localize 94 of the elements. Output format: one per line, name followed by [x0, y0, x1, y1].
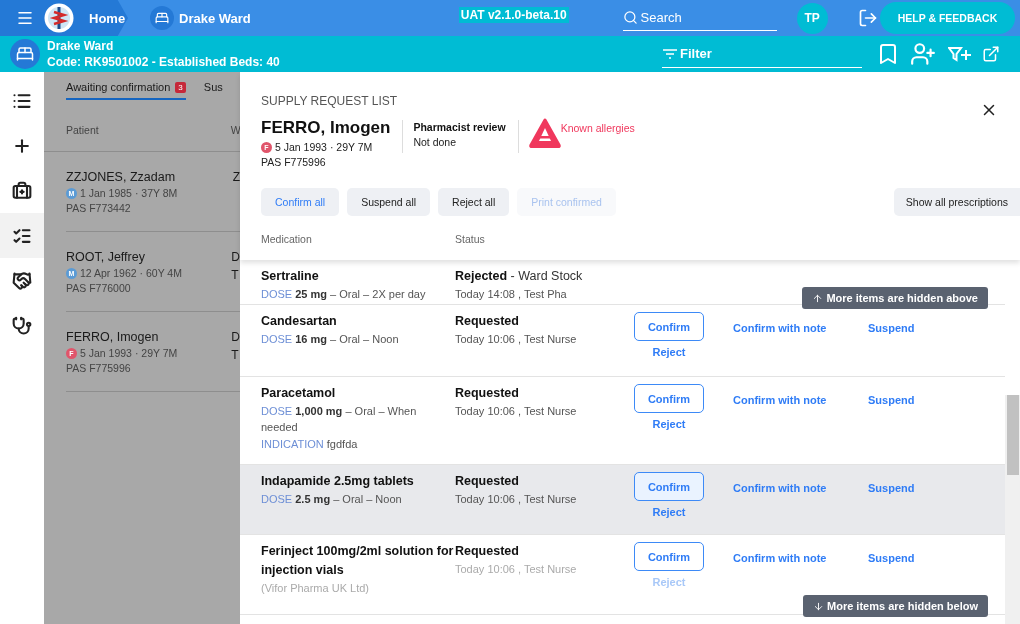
sidebar-item[interactable]	[0, 213, 44, 258]
handshake-icon	[12, 270, 32, 291]
search-field[interactable]: Search	[622, 5, 777, 31]
confirm-with-note-link[interactable]: Confirm with note	[733, 552, 827, 564]
ward-link[interactable]: Drake Ward	[179, 10, 251, 26]
reject-link[interactable]: Reject	[652, 346, 686, 358]
hidden-below-notice[interactable]: More items are hidden below	[803, 595, 988, 617]
filter-field[interactable]: Filter	[662, 40, 862, 68]
review-label: Pharmacist review	[413, 121, 506, 133]
dose-text: DOSE 2.5 mg – Oral – Noon	[261, 491, 403, 507]
patient-dob: 1 Jan 1985 · 37Y 8M	[80, 187, 178, 199]
allergy-warning-icon	[528, 118, 561, 148]
confirm-button[interactable]: Confirm	[634, 472, 704, 501]
status-time: Today 10:06 , Test Nurse	[455, 561, 578, 577]
medication-name: Ferinject 100mg/2ml solution for injection vials	[261, 543, 455, 579]
suspend-link[interactable]: Suspend	[868, 482, 915, 494]
indication-text: INDICATION fgdfda	[261, 436, 359, 452]
status-time: Today 10:06 , Test Nurse	[455, 331, 578, 347]
tab[interactable]: Sus	[203, 76, 223, 100]
dose-text: DOSE 25 mg – Oral – 2X per day	[261, 286, 427, 302]
table-cell: Z	[232, 170, 240, 184]
review-value: Not done	[413, 136, 458, 148]
medication-name: Indapamide 2.5mg tablets	[261, 473, 415, 490]
patient-pas: PAS F775996	[66, 362, 132, 374]
status-text: Requested	[455, 385, 520, 402]
tab[interactable]: Awaiting confirmation 3	[66, 76, 186, 100]
confirm-with-note-link[interactable]: Confirm with note	[733, 482, 827, 494]
reject-link[interactable]: Reject	[652, 506, 686, 518]
patient-name[interactable]: ROOT, Jeffrey	[66, 250, 182, 264]
medication-name: Paracetamol	[261, 385, 337, 402]
column-header: Status	[455, 233, 486, 245]
column-header: Patient	[66, 123, 99, 136]
scrollbar[interactable]	[1005, 395, 1020, 624]
confirm-button[interactable]: Confirm	[634, 312, 704, 341]
column-header: W	[230, 123, 240, 136]
allergy-label[interactable]: Known allergies	[560, 122, 635, 134]
arrow-down-icon	[813, 600, 824, 612]
patient-pas: PAS F775996	[261, 156, 327, 168]
patient-name: FERRO, Imogen	[261, 118, 391, 138]
help-feedback-button[interactable]: HELP & FEEDBACK	[880, 2, 1015, 34]
table-cell: T	[231, 268, 240, 282]
patient-name[interactable]: FERRO, Imogen	[66, 330, 178, 344]
filter-icon	[662, 47, 678, 60]
medication-row[interactable]: Indapamide 2.5mg tablets DOSE 2.5 mg – Oral – Noon Requested Today 10:06 , Test Nurse Confirm Reject Confirm with note Suspend	[240, 465, 1005, 535]
stethoscope-icon	[12, 315, 32, 336]
confirm-button[interactable]: Confirm	[634, 384, 704, 413]
bed-icon	[10, 39, 40, 69]
reject-link[interactable]: Reject	[652, 418, 686, 430]
patient-pas: PAS F776000	[66, 282, 132, 294]
patient-pas: PAS F773442	[66, 202, 132, 214]
medical-bag-icon	[12, 180, 32, 201]
suspend-link[interactable]: Suspend	[868, 322, 915, 334]
show-all-button[interactable]: Show all prescriptions	[893, 188, 1020, 216]
patient-dob: 5 Jan 1993 · 29Y 7M	[275, 141, 373, 153]
patient-name[interactable]: ZZJONES, Zzadam	[66, 170, 178, 184]
medication-name: Candesartan	[261, 313, 338, 330]
dialog-title: SUPPLY REQUEST LIST	[261, 94, 399, 108]
action-button[interactable]: Confirm all	[261, 188, 340, 216]
manufacturer: (Vifor Pharma UK Ltd)	[261, 580, 370, 596]
bed-icon	[150, 6, 174, 30]
confirm-button[interactable]: Confirm	[634, 542, 704, 571]
patient-dob: 5 Jan 1993 · 29Y 7M	[80, 347, 178, 359]
user-avatar[interactable]: TP	[796, 2, 828, 34]
suspend-link[interactable]: Suspend	[868, 552, 915, 564]
table-cell: D	[231, 330, 240, 344]
dose-text: DOSE 16 mg – Oral – Noon	[261, 331, 400, 347]
status-text: Requested	[455, 473, 520, 490]
status-text: Requested	[455, 543, 520, 560]
column-header: Medication	[261, 233, 313, 245]
count-badge: 3	[175, 81, 186, 93]
status-time: Today 10:06 , Test Nurse	[455, 403, 578, 419]
search-icon	[622, 10, 638, 25]
ward-title: Drake Ward	[47, 38, 115, 54]
status-text: Rejected - Ward Stock	[455, 268, 584, 285]
hidden-above-notice[interactable]: More items are hidden above	[802, 287, 988, 309]
medication-name: Sertraline	[261, 268, 320, 285]
action-button[interactable]: Reject all	[438, 188, 510, 216]
ward-code: Code: RK9501002 - Established Beds: 40	[47, 54, 280, 70]
status-time: Today 10:06 , Test Nurse	[455, 491, 578, 507]
status-text: Requested	[455, 313, 520, 330]
action-button[interactable]: Suspend all	[347, 188, 431, 216]
suspend-link[interactable]: Suspend	[868, 394, 915, 406]
logo-icon[interactable]	[44, 3, 74, 33]
arrow-up-icon	[812, 292, 824, 304]
status-time: Today 14:08 , Test Pha	[455, 286, 568, 302]
confirm-with-note-link[interactable]: Confirm with note	[733, 394, 827, 406]
table-cell: T	[231, 348, 240, 362]
patient-dob: 12 Apr 1962 · 60Y 4M	[80, 267, 182, 279]
menu-icon[interactable]	[16, 9, 34, 27]
logout-icon[interactable]	[857, 8, 878, 28]
home-link[interactable]: Home	[89, 10, 126, 26]
version-label: UAT v2.1.0-beta.10	[458, 7, 569, 23]
confirm-with-note-link[interactable]: Confirm with note	[733, 322, 827, 334]
table-cell: D	[231, 250, 240, 264]
